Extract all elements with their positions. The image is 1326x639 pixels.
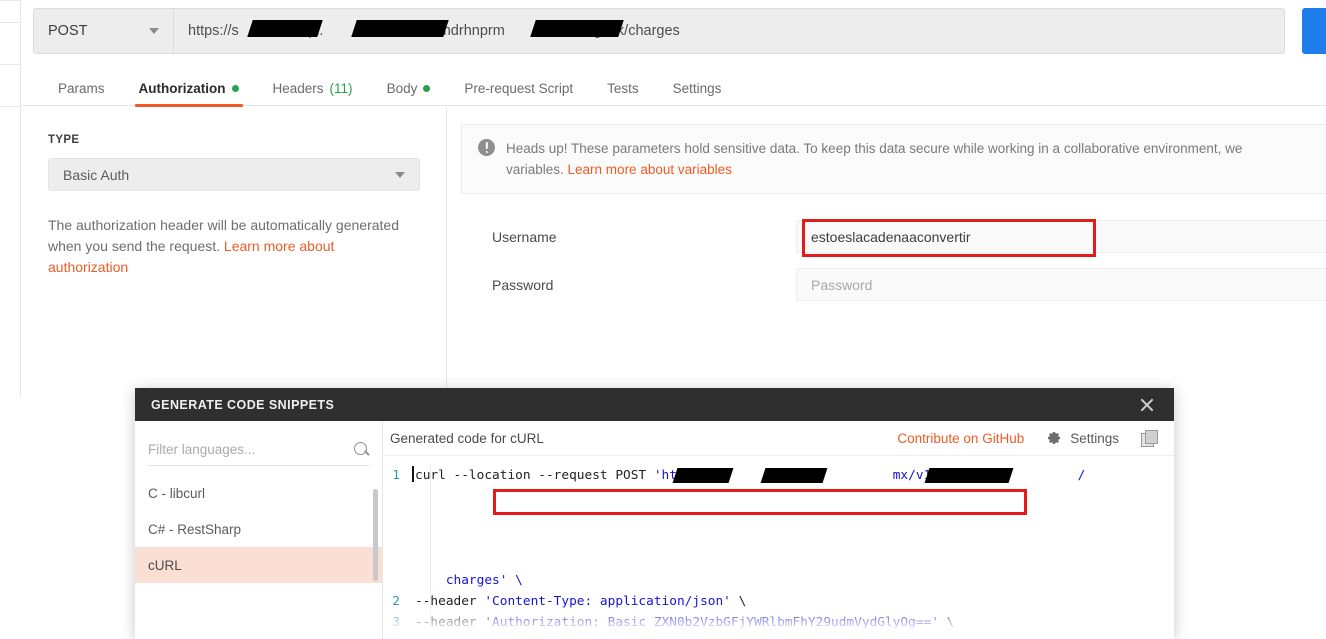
code-pane-header: Generated code for cURL Contribute on Gi…: [383, 421, 1174, 456]
password-row: Password Password: [461, 268, 1326, 301]
redaction-mark: [924, 468, 1014, 483]
send-button[interactable]: [1302, 8, 1326, 54]
filter-languages-field[interactable]: Filter languages...: [148, 434, 369, 466]
language-label: C - libcurl: [148, 485, 206, 501]
line-number: [383, 570, 415, 591]
language-item-c-libcurl[interactable]: C - libcurl: [135, 475, 382, 511]
modal-title: GENERATE CODE SNIPPETS: [151, 397, 335, 412]
redaction-mark: [247, 20, 323, 37]
status-dot-icon: [423, 84, 431, 92]
text-cursor: [412, 466, 414, 482]
tab-label: Headers: [272, 80, 324, 96]
code-editor[interactable]: 1 curl --location --request POST 'https:…: [383, 456, 1174, 639]
auth-type-pane: TYPE Basic Auth The authorization header…: [22, 107, 447, 388]
auth-type-value: Basic Auth: [63, 166, 130, 183]
password-input[interactable]: Password: [796, 268, 1326, 301]
tab-label: Pre-request Script: [464, 80, 574, 96]
modal-body: Filter languages... C - libcurl C# - Res…: [135, 421, 1174, 639]
tab-tests[interactable]: Tests: [590, 70, 656, 106]
tab-label: Authorization: [138, 80, 226, 96]
code-fade-overlay: [383, 605, 1174, 639]
settings-label: Settings: [1070, 430, 1119, 446]
snippet-settings-button[interactable]: Settings: [1046, 430, 1119, 446]
redaction-mark: [672, 468, 734, 483]
tab-params[interactable]: Params: [41, 70, 122, 106]
redaction-mark: [351, 20, 449, 37]
language-list-pane: Filter languages... C - libcurl C# - Res…: [135, 421, 383, 639]
auth-help-text: The authorization header will be automat…: [48, 215, 403, 278]
code-pane: Generated code for cURL Contribute on Gi…: [383, 421, 1174, 639]
tab-authorization[interactable]: Authorization: [122, 70, 256, 107]
auth-fields-pane: Heads up! These parameters hold sensitiv…: [448, 107, 1326, 440]
tab-headers[interactable]: Headers (11): [256, 70, 370, 106]
status-dot-icon: [231, 84, 239, 92]
chevron-down-icon: [149, 28, 159, 34]
request-tabs: Params Authorization Headers (11) Body P…: [22, 70, 1326, 107]
authorization-header-highlight-box: [493, 489, 1027, 515]
code-text: curl --location --request POST 'https://…: [412, 465, 1085, 570]
copy-icon[interactable]: [1141, 429, 1158, 447]
language-item-curl[interactable]: cURL: [135, 547, 382, 583]
tab-label: Params: [58, 80, 105, 96]
banner-line1: Heads up! These parameters hold sensitiv…: [506, 141, 1243, 156]
sensitive-data-banner: Heads up! These parameters hold sensitiv…: [461, 124, 1326, 194]
url-text: https://saaaaaaa-api.aaaaaaaaamx/v1/mdrh…: [188, 20, 680, 39]
info-exclamation-icon: [478, 139, 495, 156]
code-line: 1 curl --location --request POST 'https:…: [383, 465, 1174, 570]
code-line-wrap: charges' \: [383, 570, 1174, 591]
method-selector[interactable]: POST: [34, 9, 174, 53]
auth-type-select[interactable]: Basic Auth: [48, 158, 420, 191]
code-text: charges' \: [415, 573, 523, 588]
tab-pre-request-script[interactable]: Pre-request Script: [447, 70, 590, 106]
language-item-csharp-restsharp[interactable]: C# - RestSharp: [135, 511, 382, 547]
language-label: cURL: [148, 557, 182, 573]
generated-code-title: Generated code for cURL: [390, 430, 544, 446]
password-label: Password: [492, 276, 554, 293]
chevron-down-icon: [395, 171, 405, 178]
redaction-mark: [760, 468, 828, 483]
redaction-mark: [530, 20, 624, 37]
password-placeholder: Password: [811, 276, 873, 293]
tab-label: Settings: [672, 80, 722, 96]
banner-line2: variables.: [506, 162, 568, 177]
username-value: estoeslacadenaaconvertir: [811, 228, 971, 245]
generate-code-snippets-modal: GENERATE CODE SNIPPETS Filter languages.…: [135, 388, 1174, 639]
type-label: TYPE: [48, 134, 80, 146]
filter-placeholder: Filter languages...: [148, 442, 256, 457]
method-label: POST: [48, 23, 88, 39]
close-icon[interactable]: [1136, 394, 1158, 416]
tab-body[interactable]: Body: [370, 70, 448, 106]
url-bar: POST https://saaaaaaa-api.aaaaaaaaamx/v1…: [33, 8, 1285, 54]
line-number: 1: [392, 468, 400, 483]
postman-request-screen: POST https://saaaaaaa-api.aaaaaaaaamx/v1…: [0, 0, 1326, 639]
username-label: Username: [492, 228, 557, 245]
gear-icon: [1046, 430, 1062, 446]
tab-label: Tests: [607, 80, 639, 96]
tab-settings[interactable]: Settings: [656, 70, 739, 106]
headers-count-badge: (11): [329, 80, 353, 96]
contribute-on-github-link[interactable]: Contribute on GitHub: [897, 431, 1024, 446]
tab-label: Body: [386, 80, 418, 96]
banner-text: Heads up! These parameters hold sensitiv…: [506, 138, 1242, 180]
language-list-scrollbar[interactable]: [373, 489, 378, 581]
language-list: C - libcurl C# - RestSharp cURL: [135, 475, 382, 583]
url-input[interactable]: https://saaaaaaa-api.aaaaaaaaamx/v1/mdrh…: [174, 9, 1284, 53]
language-label: C# - RestSharp: [148, 521, 242, 537]
search-icon: [354, 442, 369, 457]
modal-header: GENERATE CODE SNIPPETS: [135, 388, 1174, 421]
learn-more-variables-link[interactable]: Learn more about variables: [568, 162, 732, 177]
left-sidebar-rail: [0, 0, 21, 397]
username-row: Username estoeslacadenaaconvertir: [461, 220, 1326, 253]
username-input[interactable]: estoeslacadenaaconvertir: [796, 220, 1326, 253]
